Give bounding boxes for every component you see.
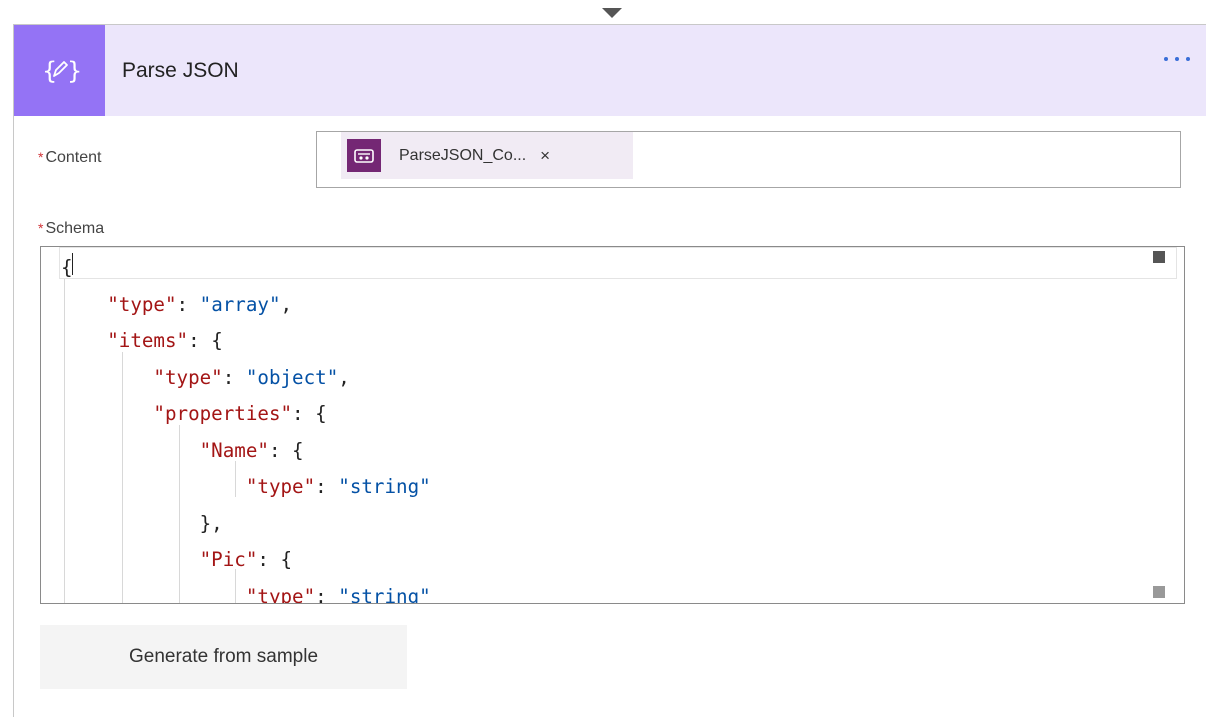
token-label: ParseJSON_Co... bbox=[399, 146, 527, 164]
more-dot bbox=[1175, 57, 1179, 61]
more-options-icon[interactable] bbox=[1164, 57, 1190, 61]
scrollbar-thumb-bottom[interactable] bbox=[1153, 586, 1165, 598]
schema-label-text: Schema bbox=[45, 220, 105, 237]
code-string: "array" bbox=[199, 292, 281, 316]
token-remove-icon[interactable]: × bbox=[540, 146, 550, 166]
code-key: "type" bbox=[245, 475, 316, 498]
dynamic-content-token[interactable]: ParseJSON_Co... × bbox=[341, 132, 633, 179]
parse-json-icon: { } bbox=[14, 25, 105, 116]
code-key: "properties" bbox=[153, 402, 293, 425]
powerapps-icon bbox=[347, 139, 381, 172]
code-line: }, bbox=[199, 511, 223, 535]
schema-code: { "type": "array", "items": { "type": "o… bbox=[61, 250, 431, 604]
required-marker: * bbox=[38, 149, 44, 165]
flow-connector-arrow bbox=[602, 8, 622, 18]
content-label: * Content bbox=[38, 149, 102, 167]
code-key: "type" bbox=[245, 584, 316, 604]
schema-label: * Schema bbox=[38, 220, 104, 238]
generate-from-sample-button[interactable]: Generate from sample bbox=[40, 625, 407, 689]
action-title: Parse JSON bbox=[122, 59, 239, 82]
code-key: "type" bbox=[153, 365, 223, 389]
content-label-text: Content bbox=[45, 149, 102, 166]
code-key: "type" bbox=[107, 292, 177, 316]
code-key: "Pic" bbox=[199, 548, 258, 571]
more-dot bbox=[1164, 57, 1168, 61]
scrollbar-thumb-top[interactable] bbox=[1153, 251, 1165, 263]
more-dot bbox=[1186, 57, 1190, 61]
action-header[interactable]: { } Parse JSON bbox=[14, 25, 1206, 116]
code-string: "object" bbox=[245, 365, 339, 389]
schema-code-editor[interactable]: { "type": "array", "items": { "type": "o… bbox=[40, 246, 1185, 604]
code-string: "string" bbox=[338, 584, 431, 604]
code-key: "Name" bbox=[199, 438, 269, 462]
content-input[interactable]: ParseJSON_Co... × bbox=[316, 131, 1181, 188]
required-marker: * bbox=[38, 220, 44, 236]
code-string: "string" bbox=[338, 475, 431, 498]
code-key: "items" bbox=[107, 329, 189, 352]
code-line: { bbox=[61, 256, 73, 279]
svg-text:}: } bbox=[67, 57, 80, 85]
